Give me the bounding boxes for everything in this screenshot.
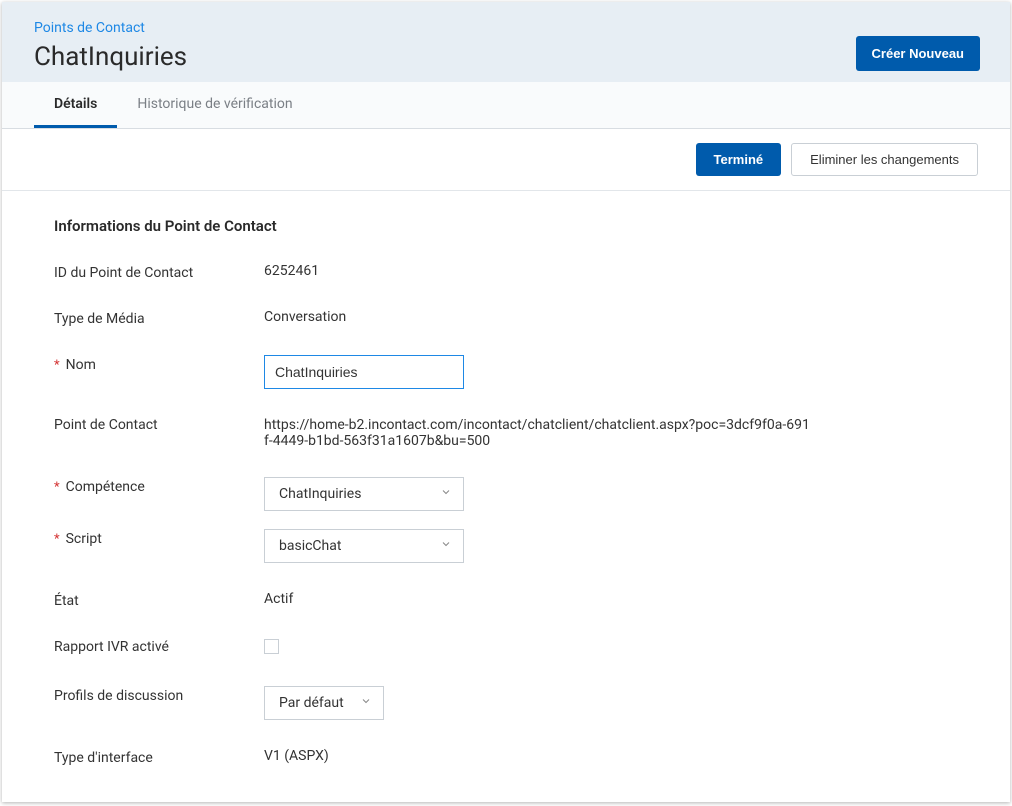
value-poc: https://home-b2.incontact.com/incontact/… xyxy=(264,417,814,449)
label-state: État xyxy=(54,591,264,609)
label-skill: * Compétence xyxy=(54,477,264,495)
name-input[interactable] xyxy=(264,355,464,389)
value-state: Actif xyxy=(264,591,958,607)
label-text-interface-type: Type d'interface xyxy=(54,750,153,766)
label-text-state: État xyxy=(54,593,79,609)
required-star-icon: * xyxy=(54,532,60,547)
label-text-media-type: Type de Média xyxy=(54,311,145,327)
breadcrumb: Points de Contact xyxy=(34,20,978,36)
section-title: Informations du Point de Contact xyxy=(54,217,958,235)
label-name: * Nom xyxy=(54,355,264,373)
row-media-type: Type de Média Conversation xyxy=(54,309,958,327)
label-text-poc: Point de Contact xyxy=(54,417,158,433)
label-contact-id: ID du Point de Contact xyxy=(54,263,264,281)
label-text-ivr: Rapport IVR activé xyxy=(54,639,169,655)
page-container: Points de Contact ChatInquiries Créer No… xyxy=(2,2,1010,802)
label-text-chat-profiles: Profils de discussion xyxy=(54,688,183,704)
row-skill: * Compétence ChatInquiries xyxy=(54,477,958,511)
value-contact-id: 6252461 xyxy=(264,263,958,279)
label-media-type: Type de Média xyxy=(54,309,264,327)
value-interface-type: V1 (ASPX) xyxy=(264,748,958,764)
skill-select[interactable]: ChatInquiries xyxy=(264,477,464,511)
content-area: Informations du Point de Contact ID du P… xyxy=(2,191,1010,802)
label-text-skill: Compétence xyxy=(66,479,145,495)
discard-changes-button[interactable]: Eliminer les changements xyxy=(791,143,978,176)
page-header: Points de Contact ChatInquiries Créer No… xyxy=(2,2,1010,82)
required-star-icon: * xyxy=(54,358,60,373)
breadcrumb-link[interactable]: Points de Contact xyxy=(34,20,145,36)
required-star-icon: * xyxy=(54,480,60,495)
label-text-name: Nom xyxy=(66,357,96,373)
row-script: * Script basicChat xyxy=(54,529,958,563)
row-ivr: Rapport IVR activé xyxy=(54,637,958,658)
ivr-checkbox[interactable] xyxy=(264,639,279,654)
page-title: ChatInquiries xyxy=(34,42,978,72)
value-name-wrap xyxy=(264,355,958,389)
chat-profiles-select[interactable]: Par défaut xyxy=(264,686,384,720)
done-button[interactable]: Terminé xyxy=(696,143,782,176)
row-poc: Point de Contact https://home-b2.inconta… xyxy=(54,417,958,449)
label-poc: Point de Contact xyxy=(54,417,264,433)
label-text-script: Script xyxy=(66,531,102,547)
value-media-type: Conversation xyxy=(264,309,958,325)
create-new-button[interactable]: Créer Nouveau xyxy=(856,36,980,71)
tab-verification-history[interactable]: Historique de vérification xyxy=(117,82,312,128)
row-name: * Nom xyxy=(54,355,958,389)
label-chat-profiles: Profils de discussion xyxy=(54,686,264,704)
label-interface-type: Type d'interface xyxy=(54,748,264,766)
label-text-contact-id: ID du Point de Contact xyxy=(54,265,193,281)
row-state: État Actif xyxy=(54,591,958,609)
row-chat-profiles: Profils de discussion Par défaut xyxy=(54,686,958,720)
row-interface-type: Type d'interface V1 (ASPX) xyxy=(54,748,958,766)
script-select-display: basicChat xyxy=(264,529,464,563)
action-bar: Terminé Eliminer les changements xyxy=(2,129,1010,191)
skill-select-display: ChatInquiries xyxy=(264,477,464,511)
label-ivr: Rapport IVR activé xyxy=(54,637,264,655)
label-script: * Script xyxy=(54,529,264,547)
value-script-wrap: basicChat xyxy=(264,529,958,563)
value-ivr-wrap xyxy=(264,637,958,658)
value-chat-profiles-wrap: Par défaut xyxy=(264,686,958,720)
script-select[interactable]: basicChat xyxy=(264,529,464,563)
tab-bar: Détails Historique de vérification xyxy=(2,82,1010,129)
row-contact-id: ID du Point de Contact 6252461 xyxy=(54,263,958,281)
tab-details[interactable]: Détails xyxy=(34,82,117,128)
value-skill-wrap: ChatInquiries xyxy=(264,477,958,511)
chat-profiles-select-display: Par défaut xyxy=(264,686,384,720)
